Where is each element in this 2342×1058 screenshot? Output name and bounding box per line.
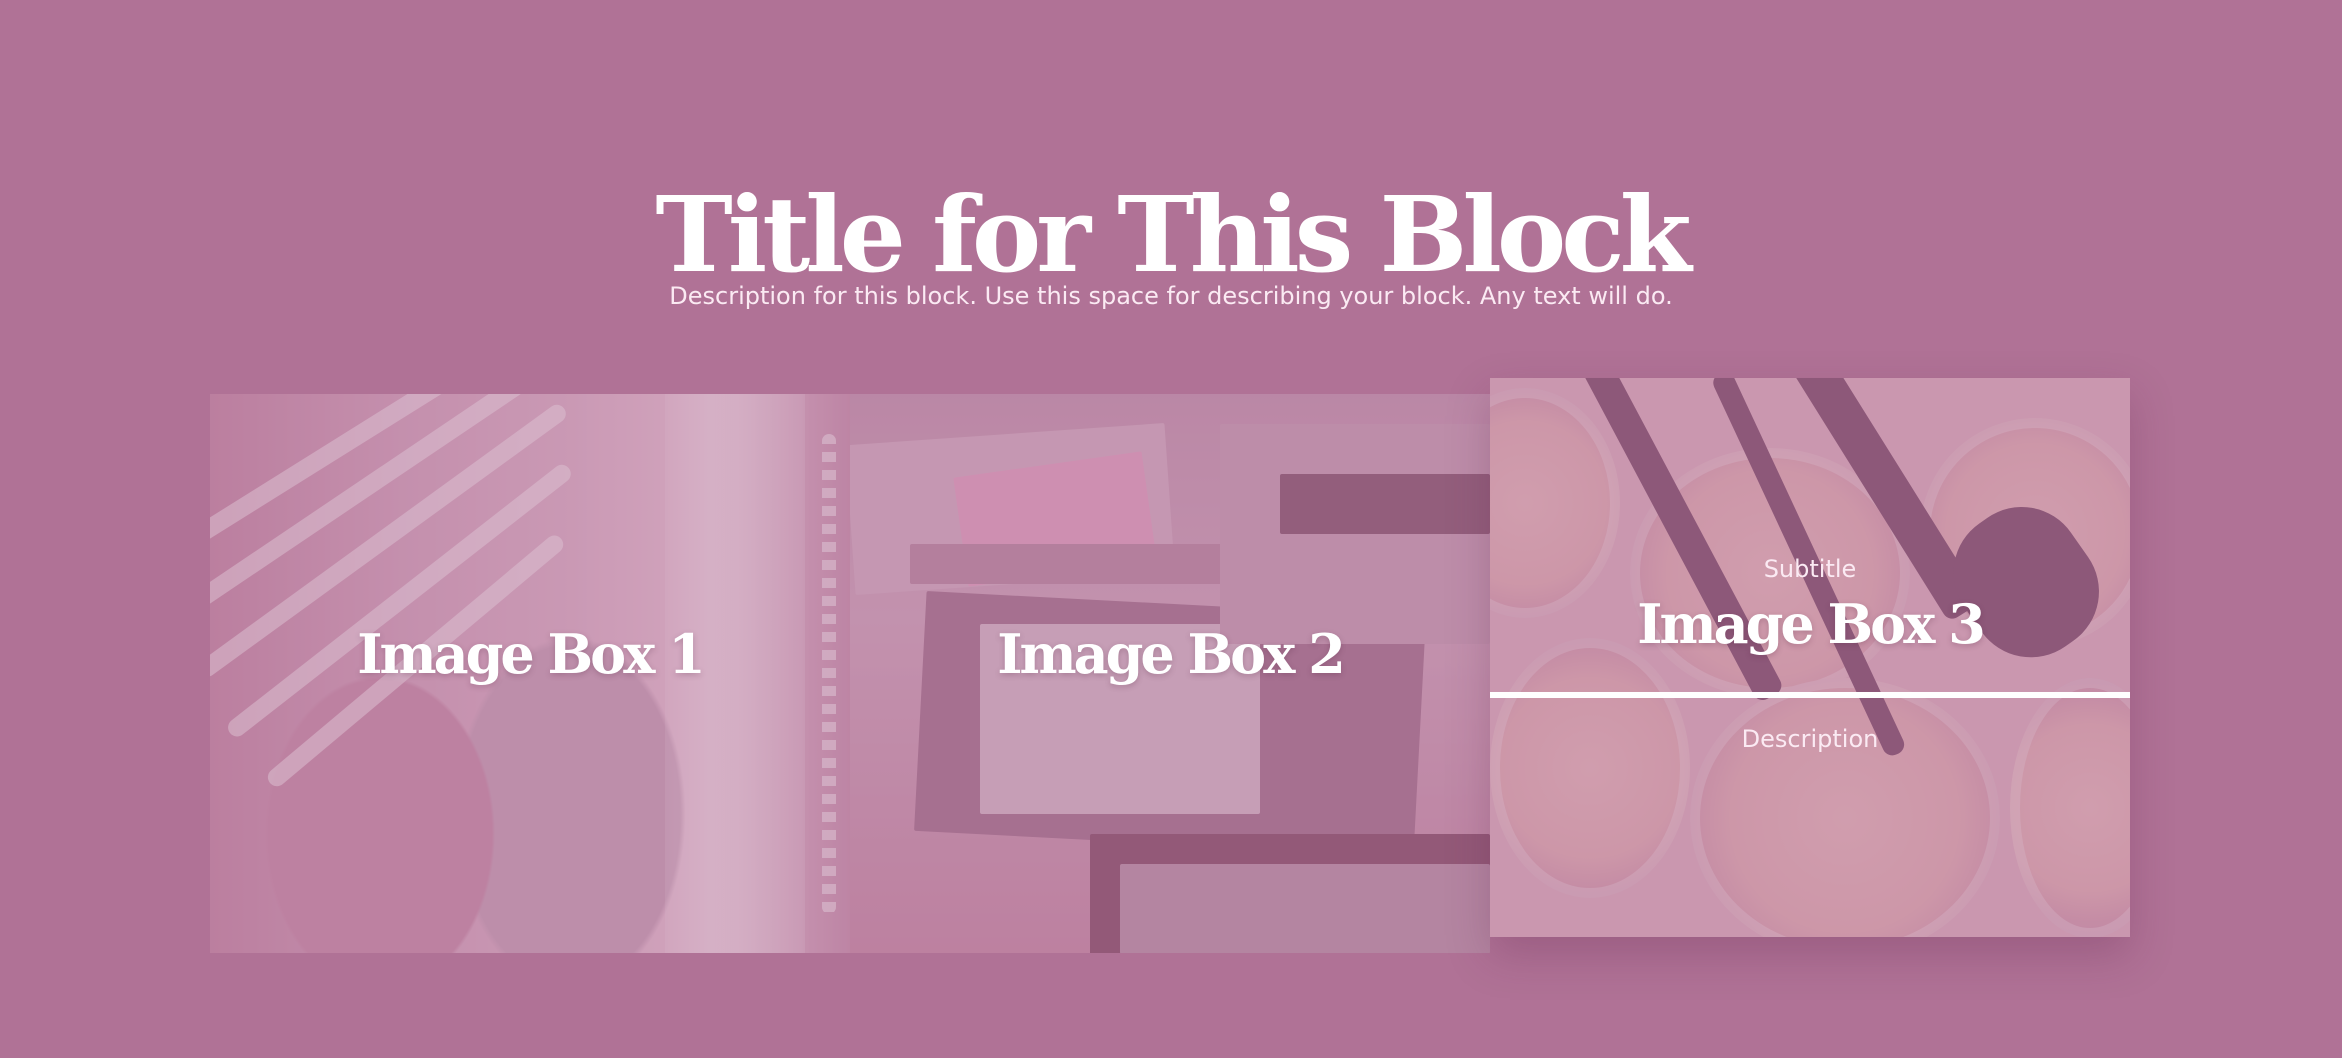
image-box-subtitle: Subtitle	[1763, 555, 1857, 583]
block-description: Description for this block. Use this spa…	[669, 282, 1673, 310]
image-box-title: Image Box 3	[1637, 592, 1986, 656]
image-box-2[interactable]: Image Box 2	[850, 394, 1490, 953]
image-box-1[interactable]: Image Box 1	[210, 394, 850, 953]
image-box-title: Image Box 2	[997, 622, 1346, 686]
image-box-description: Description	[1741, 725, 1879, 753]
image-box-title: Image Box 1	[357, 622, 706, 686]
color-overlay	[1490, 378, 2130, 937]
divider-line	[1490, 692, 2130, 698]
image-box-3[interactable]: Subtitle Image Box 3 Description	[1490, 378, 2130, 937]
